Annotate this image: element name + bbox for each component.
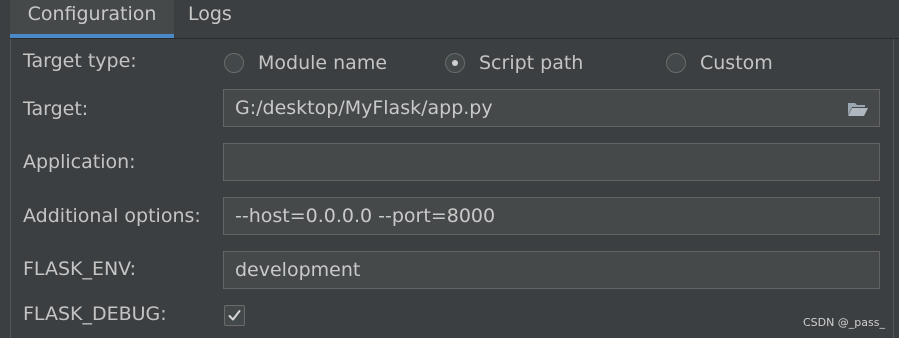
radio-custom[interactable]: Custom xyxy=(666,51,773,75)
flask-env-label: FLASK_ENV: xyxy=(23,258,137,280)
radio-module-name-label[interactable]: Module name xyxy=(258,52,387,74)
radio-module-name-circle[interactable] xyxy=(224,53,244,73)
target-field[interactable]: G:/desktop/MyFlask/app.py xyxy=(223,89,880,127)
additional-options-field-value[interactable]: --host=0.0.0.0 --port=8000 xyxy=(235,198,495,234)
target-field-value[interactable]: G:/desktop/MyFlask/app.py xyxy=(235,90,493,126)
additional-options-field[interactable]: --host=0.0.0.0 --port=8000 xyxy=(223,197,880,235)
configuration-panel xyxy=(10,39,894,338)
additional-options-label: Additional options: xyxy=(23,205,201,227)
radio-custom-label[interactable]: Custom xyxy=(700,52,773,74)
run-configuration-window: Configuration Logs Target type: Module n… xyxy=(0,0,899,338)
radio-custom-circle[interactable] xyxy=(666,53,686,73)
flask-debug-label: FLASK_DEBUG: xyxy=(23,303,167,325)
flask-env-field-value[interactable]: development xyxy=(235,252,360,288)
tab-configuration[interactable]: Configuration xyxy=(10,0,174,38)
tab-logs[interactable]: Logs xyxy=(188,0,240,38)
application-label: Application: xyxy=(23,151,136,173)
folder-icon[interactable] xyxy=(847,101,869,117)
target-type-label: Target type: xyxy=(23,50,137,72)
radio-script-path[interactable]: Script path xyxy=(445,51,583,75)
radio-script-path-label[interactable]: Script path xyxy=(479,52,583,74)
target-label: Target: xyxy=(23,98,89,120)
tab-bar: Configuration Logs xyxy=(10,0,899,39)
watermark: CSDN @_pass_ xyxy=(802,316,885,329)
application-field[interactable] xyxy=(223,143,880,181)
check-icon xyxy=(228,310,241,321)
flask-debug-checkbox[interactable] xyxy=(224,305,245,326)
radio-script-path-circle[interactable] xyxy=(445,53,465,73)
flask-env-field[interactable]: development xyxy=(223,251,880,289)
radio-module-name[interactable]: Module name xyxy=(224,51,387,75)
